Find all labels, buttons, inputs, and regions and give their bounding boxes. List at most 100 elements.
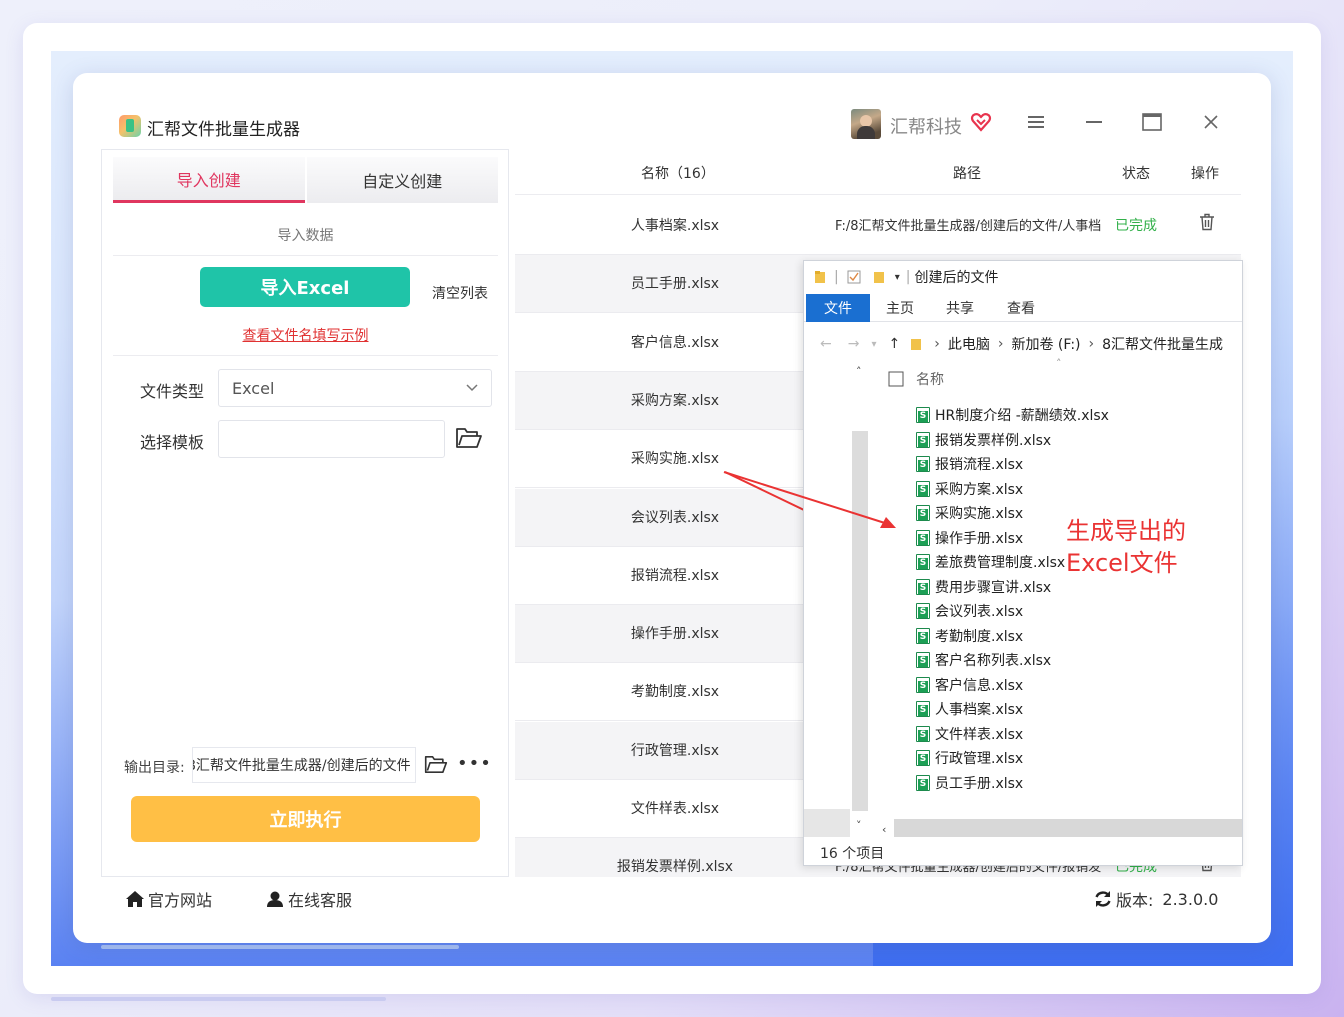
table-row[interactable]: 人事档案.xlsx F:/8汇帮文件批量生成器/创建后的文件/人事档案.xlsx 已… <box>515 197 1241 255</box>
file-name: 客户信息.xlsx <box>935 677 1024 694</box>
breadcrumb-pc[interactable]: 此电脑 <box>948 334 990 354</box>
minimize-icon[interactable] <box>1083 111 1105 133</box>
list-item[interactable]: 客户名称列表.xlsx <box>916 649 1051 671</box>
more-icon[interactable]: ••• <box>457 753 492 774</box>
file-name: 报销流程.xlsx <box>935 457 1024 473</box>
list-item[interactable]: 差旅费管理制度.xlsx <box>916 551 1065 573</box>
decor-strip-2 <box>51 997 386 1001</box>
scroll-up-icon[interactable]: ˄ <box>856 365 862 378</box>
list-item[interactable]: HR制度介绍 -薪酬绩效.xlsx <box>916 404 1109 426</box>
vip-heart-icon[interactable] <box>970 111 992 133</box>
table-header: 名称（16） 路径 状态 操作 <box>515 149 1241 195</box>
version-label: 版本: <box>1116 891 1154 910</box>
list-item[interactable]: 客户信息.xlsx <box>916 674 1023 696</box>
divider <box>113 355 498 356</box>
file-name: 费用步骤宣讲.xlsx <box>935 579 1052 596</box>
list-item[interactable]: 报销流程.xlsx <box>916 453 1023 475</box>
ribbon-tab-file[interactable]: 文件 <box>806 294 870 322</box>
recent-chevron-icon[interactable]: ▾ <box>871 339 876 350</box>
file-name: 行政管理.xlsx <box>935 751 1024 767</box>
version-value: 2.3.0.0 <box>1162 889 1219 909</box>
output-dir-input[interactable]: 8汇帮文件批量生成器/创建后的文件 <box>192 747 416 783</box>
ribbon-tab-home[interactable]: 主页 <box>886 294 914 322</box>
xlsx-file-icon <box>916 627 930 644</box>
col-status-header: 状态 <box>1122 166 1150 182</box>
file-name: 报销发票样例.xlsx <box>935 432 1052 449</box>
explorer-titlebar: | ▾ | 创建后的文件 <box>804 261 1242 293</box>
scroll-down-icon[interactable]: ˅ <box>856 819 862 832</box>
back-icon[interactable]: ← <box>820 336 832 352</box>
ribbon-tab-share[interactable]: 共享 <box>946 294 974 322</box>
output-dir-value: 8汇帮文件批量生成器/创建后的文件 <box>192 758 411 774</box>
list-item[interactable]: 文件样表.xlsx <box>916 723 1023 745</box>
check-icon[interactable] <box>847 270 861 284</box>
company-name[interactable]: 汇帮科技 <box>890 113 962 139</box>
annotation-text: 生成导出的 Excel文件 <box>1066 515 1186 579</box>
folder-open-icon[interactable] <box>455 427 483 449</box>
annotation-line-2: Excel文件 <box>1066 549 1178 577</box>
quick-access-chevron-icon[interactable]: ▾ <box>895 272 900 283</box>
col-name-header[interactable]: 名称（16） <box>641 163 715 183</box>
up-icon[interactable]: ↑ <box>889 336 901 352</box>
home-icon <box>126 891 144 907</box>
file-type-select[interactable]: Excel <box>218 369 492 407</box>
import-excel-button[interactable]: 导入Excel <box>200 267 410 307</box>
explorer-column-header: 名称 <box>888 369 944 389</box>
xlsx-file-icon <box>916 529 930 546</box>
list-item[interactable]: 人事档案.xlsx <box>916 698 1023 720</box>
xlsx-file-icon <box>916 431 930 448</box>
file-name: 采购方案.xlsx <box>935 481 1024 498</box>
list-item[interactable]: 费用步骤宣讲.xlsx <box>916 576 1051 598</box>
hscroll-left-icon[interactable]: ‹ <box>882 823 886 836</box>
list-item[interactable]: 采购方案.xlsx <box>916 478 1023 500</box>
file-type-value: Excel <box>232 378 275 398</box>
trash-icon[interactable] <box>1199 213 1215 231</box>
row-file-name: 考勤制度.xlsx <box>630 684 720 701</box>
official-site-link[interactable]: 官方网站 <box>125 887 212 911</box>
list-item[interactable]: 操作手册.xlsx <box>916 527 1023 549</box>
forward-icon[interactable]: → <box>848 336 860 352</box>
file-type-label: 文件类型 <box>140 382 205 401</box>
new-folder-icon[interactable] <box>873 270 885 284</box>
row-file-name: 采购方案.xlsx <box>630 392 720 409</box>
sort-arrow-icon: ˄ <box>1056 357 1062 370</box>
close-icon[interactable] <box>1200 111 1222 133</box>
col-path-header: 路径 <box>953 166 981 182</box>
refresh-icon[interactable] <box>1093 889 1113 909</box>
list-item[interactable]: 行政管理.xlsx <box>916 747 1023 769</box>
file-name: 人事档案.xlsx <box>935 702 1024 718</box>
tab-custom-create[interactable]: 自定义创建 <box>306 157 498 203</box>
xlsx-file-icon <box>916 774 930 791</box>
avatar[interactable] <box>851 109 881 139</box>
ribbon-tab-view[interactable]: 查看 <box>1007 294 1035 322</box>
example-link[interactable]: 查看文件名填写示例 <box>113 325 498 345</box>
annotation-arrow-icon <box>723 471 896 528</box>
output-dir-label: 输出目录: <box>124 760 185 776</box>
list-item[interactable]: 报销发票样例.xlsx <box>916 429 1051 451</box>
list-item[interactable]: 考勤制度.xlsx <box>916 625 1023 647</box>
breadcrumb-folder[interactable]: 8汇帮文件批量生成 <box>1102 334 1223 354</box>
row-status: 已完成 <box>1115 218 1157 234</box>
row-file-name: 员工手册.xlsx <box>630 276 720 293</box>
list-item[interactable]: 员工手册.xlsx <box>916 772 1023 794</box>
row-file-name: 报销发票样例.xlsx <box>616 859 734 876</box>
menu-icon[interactable] <box>1025 111 1047 133</box>
run-button[interactable]: 立即执行 <box>131 796 480 842</box>
tab-import-create[interactable]: 导入创建 <box>113 157 305 203</box>
column-name-label[interactable]: 名称 <box>916 369 944 389</box>
select-all-checkbox[interactable] <box>888 371 904 387</box>
explorer-title: 创建后的文件 <box>914 270 999 286</box>
xlsx-file-icon <box>916 701 930 717</box>
horizontal-scrollbar[interactable] <box>894 819 1242 837</box>
template-input[interactable] <box>218 420 445 458</box>
list-item[interactable]: 采购实施.xlsx <box>916 502 1023 524</box>
output-folder-icon[interactable] <box>424 755 448 774</box>
breadcrumb-drive[interactable]: 新加卷 (F:) <box>1011 334 1080 354</box>
online-service-label: 在线客服 <box>288 891 353 910</box>
maximize-icon[interactable] <box>1141 111 1163 133</box>
list-item[interactable]: 会议列表.xlsx <box>916 600 1023 622</box>
explorer-status: 16 个项目 <box>820 846 885 862</box>
online-service-link[interactable]: 在线客服 <box>265 887 352 911</box>
row-file-name: 采购实施.xlsx <box>630 451 720 468</box>
clear-list-button[interactable]: 清空列表 <box>432 283 488 303</box>
